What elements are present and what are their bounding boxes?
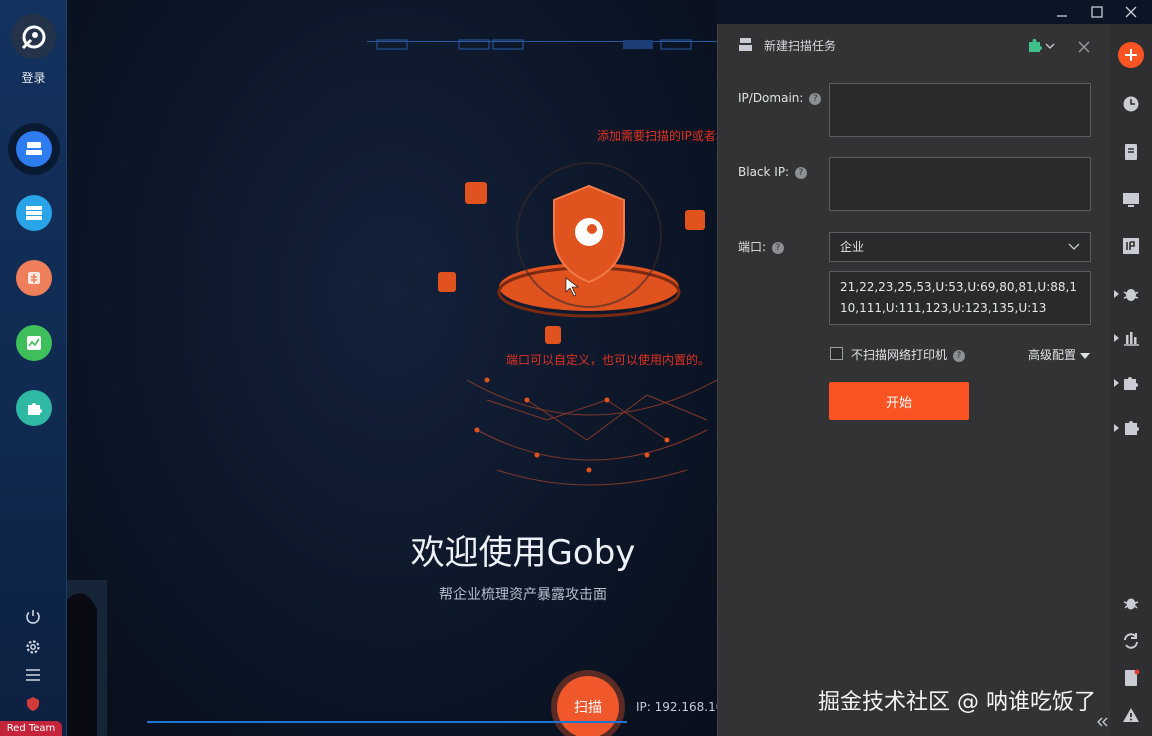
nav-extensions[interactable] (16, 390, 52, 426)
panel-title: 新建扫描任务 (764, 38, 837, 53)
login-link[interactable]: 登录 (0, 69, 67, 86)
left-sidebar: 登录 Red Team (0, 0, 67, 736)
expand-arrow-icon[interactable] (1114, 334, 1119, 342)
port-preset-select[interactable]: 企业 (829, 232, 1091, 262)
bar-chart-icon[interactable] (1120, 327, 1142, 349)
extension-puzzle-icon[interactable] (1120, 372, 1142, 394)
background-illustration (67, 162, 717, 736)
ip-domain-label: IP/Domain: ? (738, 91, 822, 105)
task-icon (739, 38, 752, 51)
monitor-icon[interactable] (1120, 189, 1142, 211)
close-icon (1125, 6, 1137, 18)
shield-badge-icon[interactable] (22, 693, 44, 715)
chevron-down-icon (1068, 243, 1080, 250)
nav-reports[interactable] (16, 325, 52, 361)
log-file-icon[interactable] (1120, 667, 1142, 689)
no-printer-label: 不扫描网络打印机 ? (851, 346, 965, 363)
watermark-text: 掘金技术社区 @ 呐谁吃饭了 (818, 690, 1096, 715)
minimize-icon (1057, 15, 1067, 17)
help-icon[interactable]: ? (952, 349, 965, 362)
chart-icon (27, 336, 41, 350)
welcome-subtitle: 帮企业梳理资产暴露攻击面 (439, 587, 607, 603)
plugin-puzzle-icon (1029, 38, 1055, 52)
ports-textarea[interactable]: 21,22,23,25,53,U:53,U:69,80,81,U:88,110,… (829, 271, 1091, 325)
nav-assets[interactable] (16, 195, 52, 231)
help-icon[interactable]: ? (809, 92, 822, 105)
maximize-button[interactable] (1079, 0, 1115, 24)
welcome-title: 欢迎使用Goby (410, 533, 636, 573)
nav-vulns[interactable] (16, 260, 52, 296)
power-icon[interactable] (22, 606, 44, 628)
plus-icon (1125, 49, 1137, 61)
vuln-bug-icon[interactable] (1120, 283, 1142, 305)
panel-header: 新建扫描任务 (718, 24, 1110, 66)
red-team-badge: Red Team (0, 721, 62, 736)
close-window-button[interactable] (1113, 0, 1149, 24)
help-icon[interactable]: ? (794, 166, 807, 179)
warning-icon[interactable] (1120, 704, 1142, 726)
port-preset-value: 企业 (840, 240, 865, 254)
advanced-config-toggle[interactable]: 高级配置 (1028, 346, 1090, 363)
scan-button[interactable]: 扫描 (557, 676, 619, 736)
help-icon[interactable]: ? (771, 241, 784, 254)
no-printer-checkbox[interactable] (830, 347, 843, 360)
annotation-ip: 添加需要扫描的IP或者域名 (597, 129, 717, 143)
scan-icon (26, 142, 42, 155)
puzzle-icon (28, 403, 42, 415)
ip-domain-input[interactable] (829, 83, 1091, 137)
server-icon (26, 206, 42, 220)
ip-icon[interactable] (1120, 235, 1142, 257)
start-button[interactable]: 开始 (829, 382, 969, 420)
menu-icon[interactable] (22, 664, 44, 686)
history-icon[interactable] (1120, 93, 1142, 115)
document-icon[interactable] (1120, 141, 1142, 163)
expand-arrow-icon[interactable] (1114, 379, 1119, 387)
panel-close-button[interactable] (1078, 38, 1090, 57)
plugin-dropdown[interactable] (1028, 38, 1058, 57)
right-toolbar (1097, 24, 1152, 736)
ip-readout: IP: 192.168.10 (636, 700, 717, 714)
caret-down-icon (1079, 353, 1090, 359)
goby-logo-icon (21, 25, 45, 49)
new-task-button[interactable] (1118, 42, 1144, 68)
bug-icon (28, 272, 40, 284)
minimize-button[interactable] (1044, 0, 1080, 24)
black-ip-input[interactable] (829, 157, 1091, 211)
annotation-port: 端口可以自定义，也可以使用内置的。 (506, 353, 711, 367)
black-ip-label: Black IP: ? (738, 165, 807, 179)
debug-bug-icon[interactable] (1120, 592, 1142, 614)
new-scan-task-panel: 新建扫描任务 IP/Domain: ? Black IP: ? 端口: ? 企业… (717, 24, 1110, 736)
plugin-puzzle-alt-icon[interactable] (1120, 417, 1142, 439)
maximize-icon (1091, 6, 1103, 18)
expand-arrow-icon[interactable] (1114, 290, 1119, 298)
port-label: 端口: ? (738, 238, 784, 255)
nav-scan[interactable] (16, 131, 52, 167)
collapse-double-chevron-icon[interactable] (1096, 716, 1108, 728)
goby-logo[interactable] (11, 14, 56, 59)
panel-close-icon (1078, 41, 1090, 53)
refresh-icon[interactable] (1120, 630, 1142, 652)
expand-arrow-icon[interactable] (1114, 424, 1119, 432)
main-area: 添加需要扫描的IP或者域名 端口可以自定义，也可以使用内置的。 欢迎使用Goby… (67, 0, 717, 736)
settings-gear-icon[interactable] (22, 636, 44, 658)
bottom-progress-line (147, 721, 627, 723)
